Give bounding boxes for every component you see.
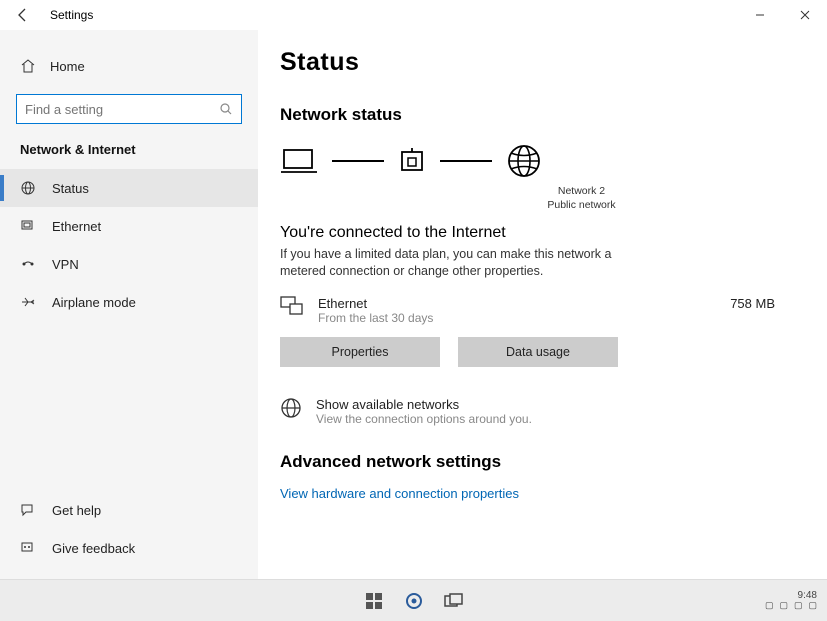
search-input-wrapper[interactable]	[16, 94, 242, 124]
sidebar-home[interactable]: Home	[16, 48, 242, 84]
sidebar-item-ethernet[interactable]: Ethernet	[0, 207, 258, 245]
home-icon	[20, 58, 36, 74]
available-title: Show available networks	[316, 397, 532, 412]
sidebar-item-label: Status	[52, 181, 89, 196]
show-available-networks[interactable]: Show available networks View the connect…	[280, 397, 787, 426]
diagram-network-name: Network 2	[376, 185, 787, 199]
sidebar-item-status[interactable]: Status	[0, 169, 258, 207]
sidebar-item-label: VPN	[52, 257, 79, 272]
adapter-name: Ethernet	[318, 296, 730, 311]
back-button[interactable]	[8, 0, 38, 30]
data-usage-button[interactable]: Data usage	[458, 337, 618, 367]
sidebar-section-label: Network & Internet	[0, 124, 258, 169]
feedback-icon	[20, 540, 36, 556]
available-sub: View the connection options around you.	[316, 412, 532, 426]
sidebar-get-help[interactable]: Get help	[0, 491, 258, 529]
taskbar: 9:48 ▢ ▢ ▢ ▢	[0, 579, 827, 621]
connected-title: You're connected to the Internet	[280, 224, 787, 242]
network-diagram	[280, 143, 787, 179]
globe-small-icon	[280, 397, 302, 426]
taskbar-settings-icon[interactable]	[403, 590, 425, 612]
hardware-link[interactable]: View hardware and connection properties	[280, 486, 519, 501]
adapter-period: From the last 30 days	[318, 311, 730, 325]
page-title: Status	[280, 48, 787, 77]
start-button[interactable]	[363, 590, 385, 612]
router-icon	[398, 146, 426, 176]
sidebar-item-vpn[interactable]: VPN	[0, 245, 258, 283]
adapter-icon	[280, 296, 308, 318]
connection-line	[440, 160, 492, 162]
diagram-network-type: Public network	[376, 199, 787, 213]
sidebar: Home Network & Internet Status	[0, 30, 258, 579]
advanced-header: Advanced network settings	[280, 452, 787, 472]
tray-icon[interactable]: ▢	[765, 601, 774, 611]
task-view-icon[interactable]	[443, 590, 465, 612]
sidebar-item-label: Get help	[52, 503, 101, 518]
computer-icon	[280, 146, 318, 176]
tray-icon[interactable]: ▢	[808, 601, 817, 611]
main-content: Status Network status Network 2 Public n…	[258, 30, 827, 579]
tray-icon[interactable]: ▢	[779, 601, 788, 611]
sidebar-home-label: Home	[50, 59, 85, 74]
sidebar-item-label: Ethernet	[52, 219, 101, 234]
tray-icons[interactable]: ▢ ▢ ▢ ▢	[765, 601, 817, 611]
sidebar-item-airplane-mode[interactable]: Airplane mode	[0, 283, 258, 321]
tray-icon[interactable]: ▢	[794, 601, 803, 611]
globe-icon	[506, 143, 542, 179]
vpn-icon	[20, 256, 36, 272]
network-status-header: Network status	[280, 105, 787, 125]
sidebar-item-label: Airplane mode	[52, 295, 136, 310]
close-button[interactable]	[782, 0, 827, 30]
properties-button[interactable]: Properties	[280, 337, 440, 367]
search-icon	[219, 102, 233, 116]
connected-desc: If you have a limited data plan, you can…	[280, 246, 640, 280]
window-title: Settings	[50, 8, 93, 22]
minimize-button[interactable]	[737, 0, 782, 30]
search-input[interactable]	[25, 102, 219, 117]
adapter-amount: 758 MB	[730, 296, 775, 311]
airplane-icon	[20, 294, 36, 310]
help-icon	[20, 502, 36, 518]
sidebar-give-feedback[interactable]: Give feedback	[0, 529, 258, 567]
connection-line	[332, 160, 384, 162]
status-icon	[20, 180, 36, 196]
ethernet-icon	[20, 218, 36, 234]
sidebar-item-label: Give feedback	[52, 541, 135, 556]
